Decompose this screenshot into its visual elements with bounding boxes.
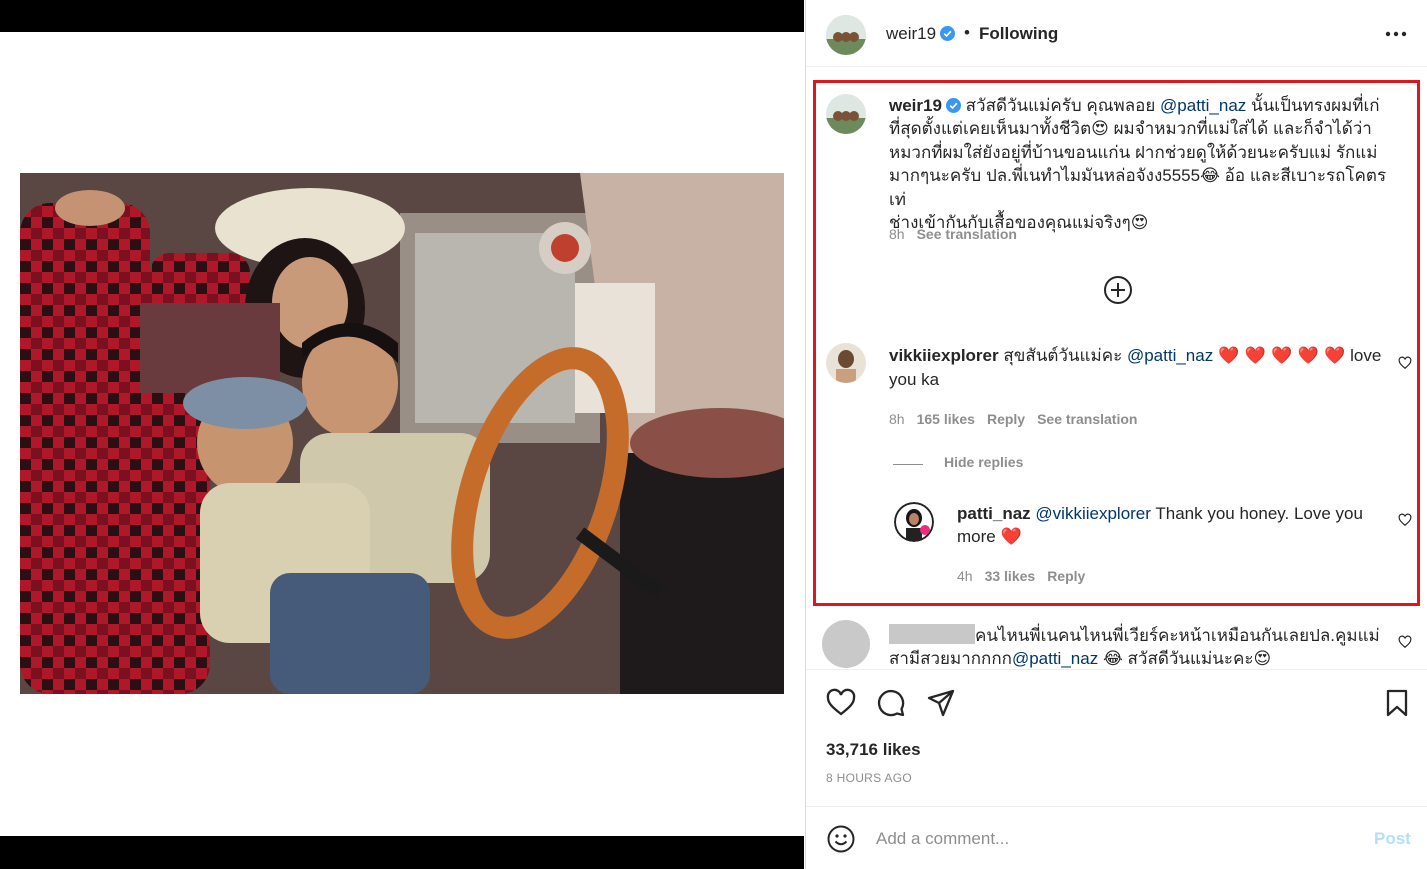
instagram-post-view: weir19 • Following weir19 สวัสดีวันแม่คร… — [0, 0, 1427, 869]
smiley-icon[interactable] — [826, 824, 856, 854]
reply-text: patti_naz @vikkiiexplorer Thank you hone… — [957, 504, 1363, 547]
see-translation-button[interactable]: See translation — [1037, 411, 1137, 427]
avatar-image — [894, 502, 934, 542]
verified-badge-icon — [940, 26, 956, 41]
like-comment-heart-icon[interactable] — [1398, 356, 1412, 370]
hearts-emoji: ❤️ ❤️ ❤️ ❤️ ❤️ — [1217, 346, 1346, 366]
mention-link[interactable]: @patti_naz — [1160, 96, 1246, 115]
reply-username[interactable]: patti_naz — [957, 504, 1031, 523]
reply-likes[interactable]: 33 likes — [985, 568, 1036, 584]
avatar-image — [826, 343, 866, 383]
post-actions: 33,716 likes 8 HOURS AGO — [806, 669, 1427, 799]
avatar-image — [826, 15, 866, 55]
caption-meta: 8h See translation — [889, 226, 1029, 242]
avatar-image — [826, 94, 866, 134]
comment-icon[interactable] — [876, 688, 906, 718]
caption-avatar[interactable] — [826, 94, 866, 134]
author-avatar[interactable] — [826, 15, 866, 55]
post-timestamp[interactable]: 8 HOURS AGO — [826, 771, 912, 785]
bookmark-icon[interactable] — [1382, 688, 1412, 718]
comment-text: vikkiiexplorer สุขสันต์วันแม่คะ @patti_n… — [889, 346, 1382, 389]
like-comment-heart-icon[interactable] — [1398, 513, 1412, 527]
heart-eyes-emoji: 😍 — [1091, 119, 1109, 139]
commenter-avatar[interactable] — [822, 620, 870, 668]
photo-illustration — [20, 173, 784, 694]
post-side-panel: weir19 • Following weir19 สวัสดีวันแม่คร… — [805, 0, 1427, 869]
comment-username[interactable]: vikkiiexplorer — [889, 346, 999, 365]
comment-text: คนไหนพี่เนคนไหนพี่เวียร์คะหน้าเหมือนกันเ… — [889, 624, 1380, 668]
heart-icon[interactable] — [826, 688, 856, 718]
replies-divider — [893, 464, 923, 465]
hide-replies-button[interactable]: Hide replies — [944, 454, 1023, 470]
comment-meta: 8h 165 likes Reply See translation — [889, 411, 1149, 427]
reply-meta: 4h 33 likes Reply — [957, 568, 1097, 584]
media-letterbox-bottom — [0, 836, 804, 869]
mention-link[interactable]: @vikkiiexplorer — [1035, 504, 1151, 523]
verified-badge-icon — [945, 98, 961, 113]
caption-text: weir19 สวัสดีวันแม่ครับ คุณพลอย @patti_n… — [889, 96, 1387, 233]
heart-eyes-emoji: 😍 — [1253, 649, 1272, 668]
add-comment-bar: Add a comment... Post — [806, 806, 1427, 869]
comment-likes[interactable]: 165 likes — [917, 411, 975, 427]
header-separator: • — [964, 23, 970, 42]
mention-link[interactable]: @patti_naz — [1127, 346, 1213, 365]
post-photo[interactable] — [20, 173, 784, 694]
redacted-username — [889, 624, 975, 644]
following-button[interactable]: Following — [979, 24, 1058, 44]
heart-eyes-emoji: 😍 — [1130, 213, 1149, 233]
comments-list[interactable]: weir19 สวัสดีวันแม่ครับ คุณพลอย @patti_n… — [806, 68, 1427, 668]
share-icon[interactable] — [926, 688, 956, 718]
laughing-emoji: 😂 — [1102, 649, 1123, 668]
post-button[interactable]: Post — [1374, 829, 1411, 849]
reply-time: 4h — [957, 568, 973, 584]
post-header: weir19 • Following — [806, 0, 1427, 67]
commenter-avatar[interactable] — [826, 343, 866, 383]
load-more-icon[interactable] — [1102, 274, 1134, 306]
reply-avatar[interactable] — [894, 502, 934, 542]
laughing-emoji: 😂 — [1200, 166, 1220, 186]
caption-username[interactable]: weir19 — [889, 96, 942, 115]
like-comment-heart-icon[interactable] — [1398, 635, 1412, 649]
likes-count[interactable]: 33,716 likes — [826, 740, 921, 760]
caption-time: 8h — [889, 226, 905, 242]
reply-button[interactable]: Reply — [987, 411, 1025, 427]
reply-button[interactable]: Reply — [1047, 568, 1085, 584]
author-username[interactable]: weir19 — [886, 24, 956, 44]
see-translation-button[interactable]: See translation — [917, 226, 1017, 242]
media-letterbox-top — [0, 0, 804, 32]
heart-emoji: ❤️ — [1000, 527, 1022, 547]
mention-link[interactable]: @patti_naz — [1012, 649, 1098, 668]
post-media — [0, 0, 804, 869]
comment-time: 8h — [889, 411, 905, 427]
comment-input[interactable]: Add a comment... — [876, 829, 1009, 849]
more-icon[interactable] — [1384, 24, 1408, 44]
